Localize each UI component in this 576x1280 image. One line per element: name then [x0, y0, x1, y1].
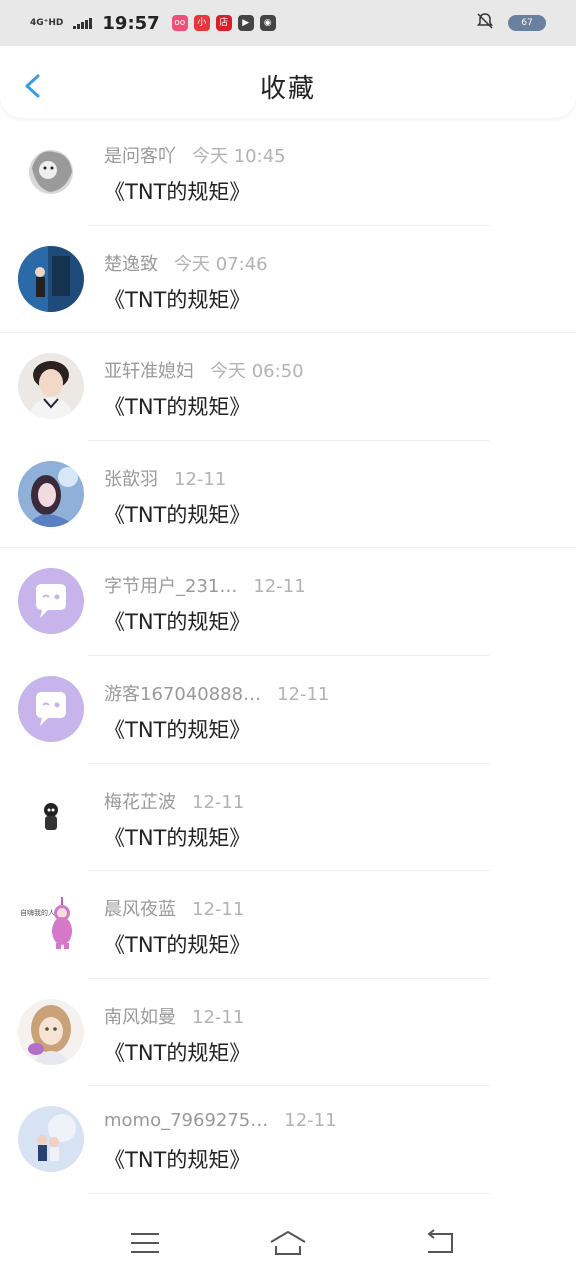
favorite-title[interactable]: 《TNT的规矩》 [104, 1037, 250, 1067]
avatar[interactable] [18, 783, 84, 850]
store-app-icon: 店 [215, 15, 232, 31]
timestamp: 今天 10:45 [192, 146, 286, 167]
favorite-title[interactable]: 《TNT的规矩》 [104, 606, 250, 636]
favorites-list: 是问客吖 今天 10:45 《TNT的规矩》 楚逸致 今天 07:46 《TNT的规矩》亚… [0, 118, 576, 1194]
timestamp: 12-11 [192, 791, 245, 813]
author-line: 字节用户_231… 12-11 [104, 572, 306, 598]
timestamp: 今天 06:50 [210, 361, 304, 383]
photo-app-icon: oo [171, 15, 188, 31]
author-line: 亚轩准媳妇 今天 06:50 [104, 357, 304, 383]
avatar[interactable] [18, 460, 84, 527]
clock: 19:57 [102, 12, 160, 34]
author-name: 晨风夜蓝 [104, 899, 176, 921]
list-item[interactable]: 梅花芷波 12-11 《TNT的规矩》 [0, 764, 576, 872]
avatar[interactable]: 自嗨我的人 [18, 891, 84, 958]
author-name: momo_7969275… [104, 1110, 269, 1132]
author-name: 是问客吖 [104, 146, 176, 167]
avatar[interactable] [18, 568, 84, 635]
author-name: 楚逸致 [104, 253, 158, 275]
favorite-title[interactable]: 《TNT的规矩》 [104, 822, 250, 852]
list-item[interactable]: 游客167040888… 12-11 《TNT的规矩》 [0, 656, 576, 764]
author-line: 楚逸致 今天 07:46 [104, 250, 268, 276]
list-item[interactable]: momo_7969275… 12-11 《TNT的规矩》 [0, 1086, 576, 1194]
author-name: 南风如曼 [104, 1006, 176, 1028]
list-item[interactable]: 亚轩准媳妇 今天 06:50 《TNT的规矩》 [0, 333, 576, 441]
list-item[interactable]: 是问客吖 今天 10:45 《TNT的规矩》 [0, 118, 576, 226]
author-name: 字节用户_231… [104, 576, 238, 598]
timestamp: 今天 07:46 [174, 253, 268, 275]
list-item[interactable]: 自嗨我的人 晨风夜蓝 12-11 《TNT的规矩》 [0, 871, 576, 979]
list-item[interactable]: 南风如曼 12-11 《TNT的规矩》 [0, 979, 576, 1087]
author-name: 亚轩准媳妇 [104, 361, 194, 383]
timestamp: 12-11 [192, 1006, 245, 1028]
return-icon [427, 1229, 453, 1253]
list-item[interactable]: 字节用户_231… 12-11 《TNT的规矩》 [0, 548, 576, 656]
author-name: 张歆羽 [104, 468, 158, 490]
avatar[interactable] [18, 245, 84, 312]
author-line: 晨风夜蓝 12-11 [104, 895, 244, 921]
favorite-title[interactable]: 《TNT的规矩》 [104, 391, 250, 421]
compass-app-icon: ◉ [259, 15, 276, 31]
favorite-title[interactable]: 《TNT的规矩》 [104, 499, 250, 529]
timestamp: 12-11 [192, 899, 245, 921]
menu-button[interactable] [125, 1228, 165, 1258]
home-button[interactable] [268, 1228, 308, 1258]
timestamp: 12-11 [284, 1110, 337, 1132]
timestamp: 12-11 [174, 468, 227, 490]
network-indicator: 4G⁺HD [30, 17, 64, 28]
battery-icon: 67 [508, 15, 546, 31]
author-name: 梅花芷波 [104, 791, 176, 813]
timestamp: 12-11 [277, 683, 330, 705]
author-line: 张歆羽 12-11 [104, 465, 226, 491]
page-title: 收藏 [259, 74, 316, 104]
author-line: momo_7969275… 12-11 [104, 1110, 337, 1131]
author-line: 梅花芷波 12-11 [104, 788, 244, 814]
favorite-title[interactable]: 《TNT的规矩》 [104, 929, 250, 959]
author-name: 游客167040888… [104, 683, 262, 705]
shop-app-icon: 小 [193, 15, 210, 31]
list-item[interactable]: 楚逸致 今天 07:46 《TNT的规矩》 [0, 226, 576, 334]
favorite-title[interactable]: 《TNT的规矩》 [104, 284, 250, 314]
home-icon [270, 1231, 306, 1255]
status-bar: 4G⁺HD 19:57 oo 小店 ▶ ◉ 67 [0, 0, 576, 46]
signal-icon [73, 17, 93, 29]
menu-icon [131, 1233, 159, 1253]
video-app-icon: ▶ [237, 15, 254, 31]
svg-text:自嗨我的人: 自嗨我的人 [20, 908, 55, 917]
favorite-title[interactable]: 《TNT的规矩》 [104, 176, 250, 206]
timestamp: 12-11 [253, 576, 306, 598]
mute-bell-icon [476, 12, 494, 34]
page-header: 收藏 [0, 46, 576, 118]
author-line: 南风如曼 12-11 [104, 1003, 244, 1029]
system-nav-bar [0, 1210, 576, 1280]
author-line: 游客167040888… 12-11 [104, 680, 329, 706]
divider [88, 1192, 490, 1194]
favorite-title[interactable]: 《TNT的规矩》 [104, 1144, 250, 1174]
avatar[interactable] [18, 998, 84, 1065]
favorite-title[interactable]: 《TNT的规矩》 [104, 714, 250, 744]
avatar[interactable] [18, 1106, 84, 1173]
avatar[interactable] [18, 675, 84, 742]
author-line: 是问客吖 今天 10:45 [104, 142, 286, 168]
avatar[interactable] [18, 353, 84, 420]
list-item[interactable]: 张歆羽 12-11 《TNT的规矩》 [0, 441, 576, 549]
back-nav-button[interactable] [420, 1228, 460, 1258]
avatar[interactable] [18, 138, 84, 204]
